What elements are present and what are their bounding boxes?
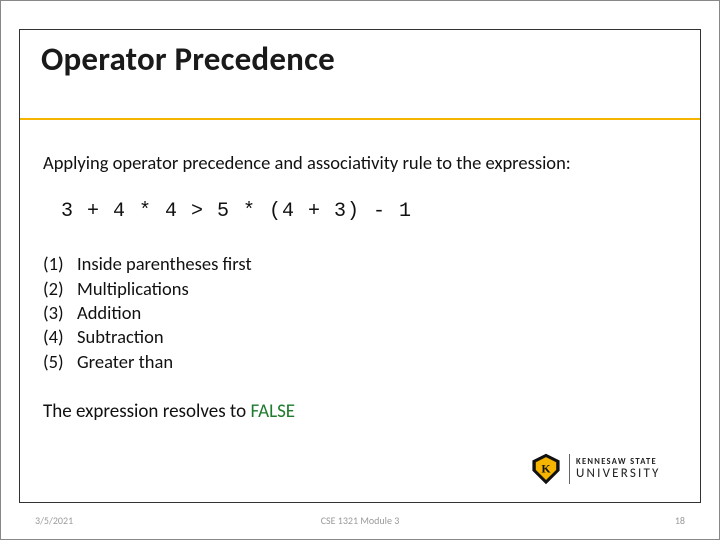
resolve-line: The expression resolves to FALSE [43, 400, 677, 424]
footer-module: CSE 1321 Module 3 [321, 514, 400, 527]
list-item: (3) Addition [43, 301, 677, 325]
step-text: Subtraction [77, 325, 164, 349]
steps-list: (1) Inside parentheses first (2) Multipl… [43, 252, 677, 374]
logo-text: KENNESAW STATE UNIVERSITY [576, 458, 661, 480]
accent-line [20, 118, 700, 120]
step-text: Addition [77, 301, 141, 325]
slide: Operator Precedence Applying operator pr… [0, 0, 720, 540]
svg-text:K: K [541, 461, 551, 475]
resolve-value: FALSE [250, 400, 295, 423]
list-item: (2) Multiplications [43, 277, 677, 301]
step-text: Inside parentheses first [77, 252, 252, 276]
footer-date: 3/5/2021 [35, 514, 73, 527]
slide-title: Operator Precedence [41, 39, 335, 79]
step-number: (4) [43, 325, 71, 349]
intro-text: Applying operator precedence and associa… [43, 151, 677, 175]
step-number: (3) [43, 301, 71, 325]
list-item: (4) Subtraction [43, 325, 677, 349]
step-number: (1) [43, 252, 71, 276]
step-text: Multiplications [77, 277, 189, 301]
logo-divider [569, 454, 570, 484]
logo-bottom-text: UNIVERSITY [576, 467, 661, 480]
slide-body: Applying operator precedence and associa… [43, 151, 677, 425]
step-number: (5) [43, 350, 71, 374]
expression-code: 3 + 4 * 4 > 5 * (4 + 3) - 1 [61, 199, 677, 225]
list-item: (5) Greater than [43, 350, 677, 374]
ksu-logo-icon: K [529, 452, 563, 486]
footer-page-number: 18 [675, 514, 685, 527]
list-item: (1) Inside parentheses first [43, 252, 677, 276]
step-number: (2) [43, 277, 71, 301]
resolve-prefix: The expression resolves to [43, 400, 250, 423]
step-text: Greater than [77, 350, 173, 374]
logo: K KENNESAW STATE UNIVERSITY [529, 449, 689, 489]
